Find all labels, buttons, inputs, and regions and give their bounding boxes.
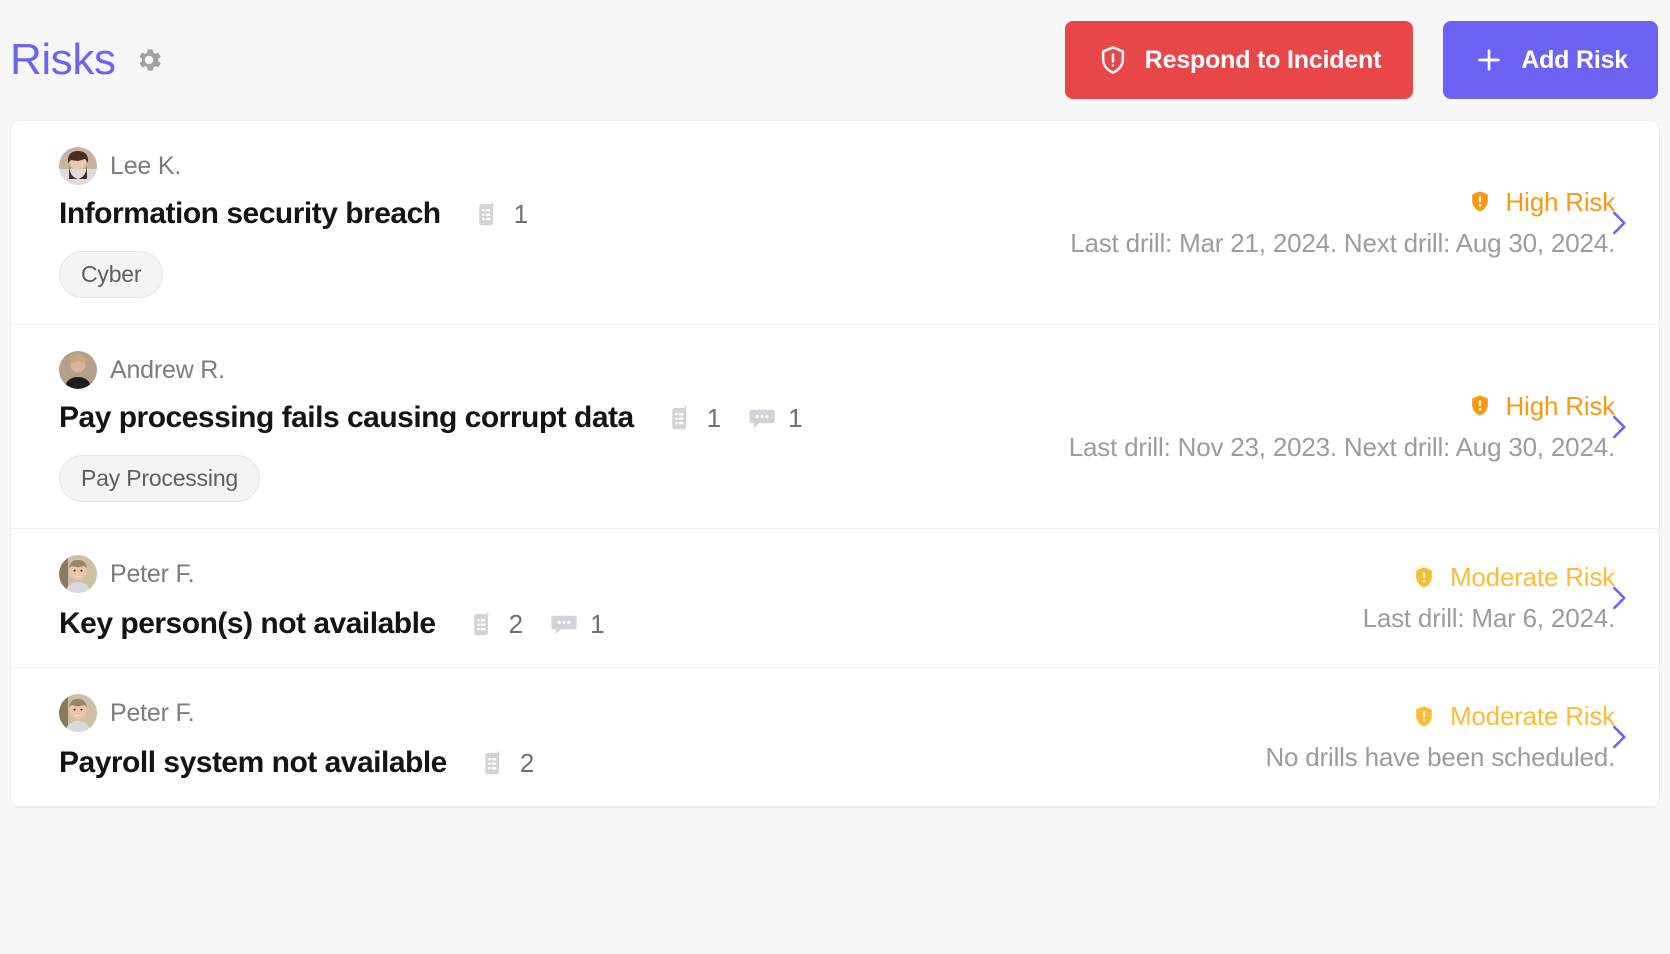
chevron-right-icon[interactable]: [1603, 412, 1633, 442]
plus-icon: [1473, 44, 1505, 76]
risk-action-count[interactable]: 2: [479, 748, 534, 779]
status-badge-label: Moderate Risk: [1449, 562, 1615, 592]
risk-action-count[interactable]: 1: [666, 403, 721, 434]
page-title: Risks: [10, 35, 116, 84]
shield-exclamation-filled-icon: [1411, 704, 1437, 730]
risk-action-count-value: 1: [706, 402, 722, 433]
risk-list-card: Lee K. Information security breach 1 Cyb…: [10, 120, 1660, 808]
drill-text: No drills have been scheduled.: [1265, 742, 1615, 772]
drill-text: Last drill: Mar 21, 2024. Next drill: Au…: [1070, 227, 1615, 258]
status-badge-label: High Risk: [1505, 390, 1616, 421]
risk-owner: Peter F.: [59, 694, 534, 732]
risk-owner-name: Peter F.: [110, 559, 195, 588]
title-group: Risks: [10, 38, 164, 82]
risk-title: Information security breach: [59, 197, 441, 230]
risk-title-line: Information security breach 1: [59, 197, 528, 231]
risk-row-status: Moderate Risk Last drill: Mar 6, 2024.: [605, 555, 1633, 641]
avatar: [59, 351, 97, 389]
risk-meta-group: 2: [479, 748, 534, 779]
clipboard-list-icon: [473, 199, 503, 229]
avatar: [59, 147, 97, 185]
status-badge: Moderate Risk: [1411, 562, 1615, 593]
status-badge: Moderate Risk: [1411, 701, 1615, 732]
clipboard-list-icon: [479, 748, 509, 778]
comment-icon: [747, 403, 777, 433]
risk-row-status: High Risk Last drill: Nov 23, 2023. Next…: [803, 351, 1633, 502]
shield-exclamation-filled-icon: [1411, 565, 1437, 591]
clipboard-list-icon: [468, 609, 498, 639]
status-badge: High Risk: [1467, 391, 1615, 422]
risk-action-count-value: 1: [513, 198, 529, 229]
risk-tag[interactable]: Cyber: [59, 251, 164, 298]
risk-title-line: Key person(s) not available 2 1: [59, 607, 605, 641]
risk-row-main: Lee K. Information security breach 1 Cyb…: [59, 147, 528, 298]
risk-comment-count-value: 1: [590, 608, 605, 639]
add-risk-button[interactable]: Add Risk: [1443, 21, 1658, 99]
chevron-right-icon[interactable]: [1603, 583, 1633, 613]
risk-title: Payroll system not available: [59, 746, 447, 779]
risk-owner: Lee K.: [59, 147, 528, 185]
risk-row[interactable]: Andrew R. Pay processing fails causing c…: [11, 325, 1659, 529]
risk-row-main: Andrew R. Pay processing fails causing c…: [59, 351, 803, 502]
status-badge: High Risk: [1467, 187, 1615, 218]
risk-row-main: Peter F. Payroll system not available 2: [59, 694, 534, 780]
risk-row-status: High Risk Last drill: Mar 21, 2024. Next…: [528, 147, 1633, 298]
risk-comment-count-value: 1: [788, 402, 803, 433]
respond-to-incident-label: Respond to Incident: [1144, 45, 1382, 74]
risk-action-count[interactable]: 1: [473, 199, 528, 230]
risk-row-status: Moderate Risk No drills have been schedu…: [534, 694, 1633, 780]
clipboard-list-icon: [666, 403, 696, 433]
risk-row-main: Peter F. Key person(s) not available 2 1: [59, 555, 605, 641]
gear-icon[interactable]: [134, 45, 164, 75]
shield-exclamation-filled-icon: [1467, 393, 1493, 419]
risk-meta-group: 1: [473, 199, 528, 230]
risk-comment-count[interactable]: 1: [549, 608, 605, 640]
risk-row[interactable]: Peter F. Key person(s) not available 2 1…: [11, 529, 1659, 668]
avatar: [59, 555, 97, 593]
risk-title-line: Payroll system not available 2: [59, 746, 534, 780]
comment-icon: [549, 609, 579, 639]
risk-title-line: Pay processing fails causing corrupt dat…: [59, 401, 803, 435]
risk-action-count-value: 2: [519, 747, 535, 778]
status-badge-label: High Risk: [1505, 186, 1616, 217]
status-badge-label: Moderate Risk: [1449, 701, 1615, 731]
drill-text: Last drill: Mar 6, 2024.: [1362, 603, 1616, 633]
shield-exclamation-filled-icon: [1467, 189, 1493, 215]
risk-tag[interactable]: Pay Processing: [59, 455, 260, 502]
risk-owner: Peter F.: [59, 555, 605, 593]
risk-title: Pay processing fails causing corrupt dat…: [59, 401, 634, 434]
risk-owner-name: Peter F.: [110, 698, 195, 727]
add-risk-label: Add Risk: [1521, 45, 1628, 74]
risk-title: Key person(s) not available: [59, 607, 436, 640]
risk-action-count-value: 2: [508, 608, 524, 639]
page-header: Risks Respond to Incident Add Risk: [0, 0, 1670, 120]
risk-owner: Andrew R.: [59, 351, 803, 389]
risk-row[interactable]: Peter F. Payroll system not available 2 …: [11, 668, 1659, 807]
risk-owner-name: Andrew R.: [110, 355, 225, 384]
risk-comment-count[interactable]: 1: [747, 402, 803, 434]
risk-row[interactable]: Lee K. Information security breach 1 Cyb…: [11, 121, 1659, 325]
risk-action-count[interactable]: 2: [468, 609, 523, 640]
risk-meta-group: 1 1: [666, 403, 803, 434]
risk-meta-group: 2 1: [468, 609, 605, 640]
shield-exclamation-icon: [1097, 44, 1129, 76]
chevron-right-icon[interactable]: [1603, 722, 1633, 752]
drill-text: Last drill: Nov 23, 2023. Next drill: Au…: [1068, 431, 1615, 462]
respond-to-incident-button[interactable]: Respond to Incident: [1064, 21, 1414, 99]
chevron-right-icon[interactable]: [1603, 208, 1633, 238]
risk-owner-name: Lee K.: [110, 151, 182, 180]
avatar: [59, 694, 97, 732]
